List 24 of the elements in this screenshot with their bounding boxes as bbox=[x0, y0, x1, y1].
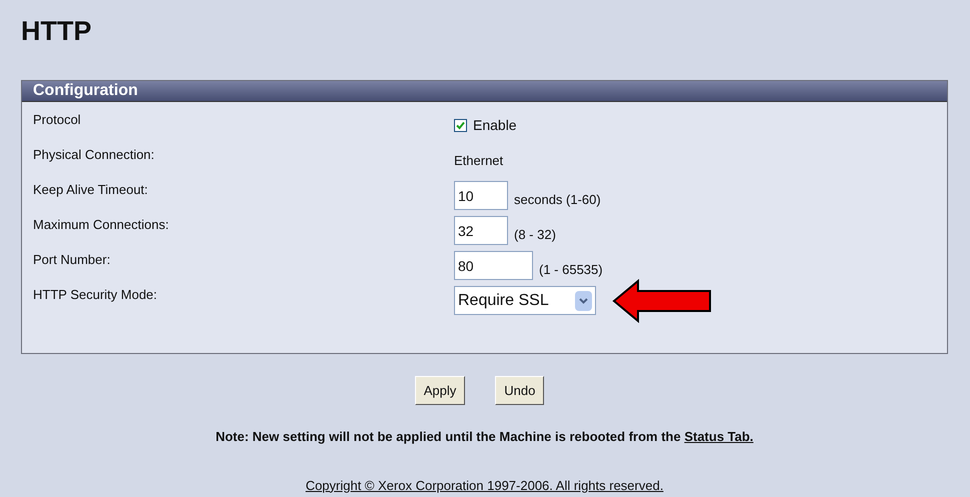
checkbox-label: Enable bbox=[473, 116, 517, 135]
input-field[interactable]: 80 bbox=[454, 251, 533, 280]
page-title: HTTP bbox=[21, 15, 92, 48]
input-field[interactable]: 10 bbox=[454, 181, 508, 210]
checkbox[interactable] bbox=[454, 119, 467, 132]
field-label: Port Number: bbox=[32, 251, 112, 269]
chevron-down-icon bbox=[575, 290, 592, 310]
range-hint: seconds (1-60) bbox=[514, 190, 601, 209]
security-mode-dropdown[interactable]: Require SSL bbox=[454, 286, 596, 315]
form-button[interactable]: Undo bbox=[495, 376, 544, 405]
field-label: Protocol bbox=[32, 111, 82, 129]
field-value: Ethernet bbox=[454, 152, 504, 170]
field-label: HTTP Security Mode: bbox=[32, 286, 158, 304]
field-label: Physical Connection: bbox=[32, 146, 156, 164]
panel-header: Configuration bbox=[22, 81, 947, 102]
field-label: Maximum Connections: bbox=[32, 216, 170, 234]
reboot-note: Note: New setting will not be applied until the Machine is rebooted from the Status Tab. bbox=[214, 428, 754, 446]
range-hint: (8 - 32) bbox=[514, 226, 556, 244]
copyright-link[interactable]: Copyright © Xerox Corporation 1997-2006. All rights reserved. bbox=[21, 476, 948, 495]
status-tab-link[interactable]: Status Tab. bbox=[684, 429, 754, 444]
field-label: Keep Alive Timeout: bbox=[32, 181, 149, 199]
input-field[interactable]: 32 bbox=[454, 216, 508, 245]
range-hint: (1 - 65535) bbox=[539, 260, 603, 279]
form-button[interactable]: Apply bbox=[414, 376, 466, 405]
